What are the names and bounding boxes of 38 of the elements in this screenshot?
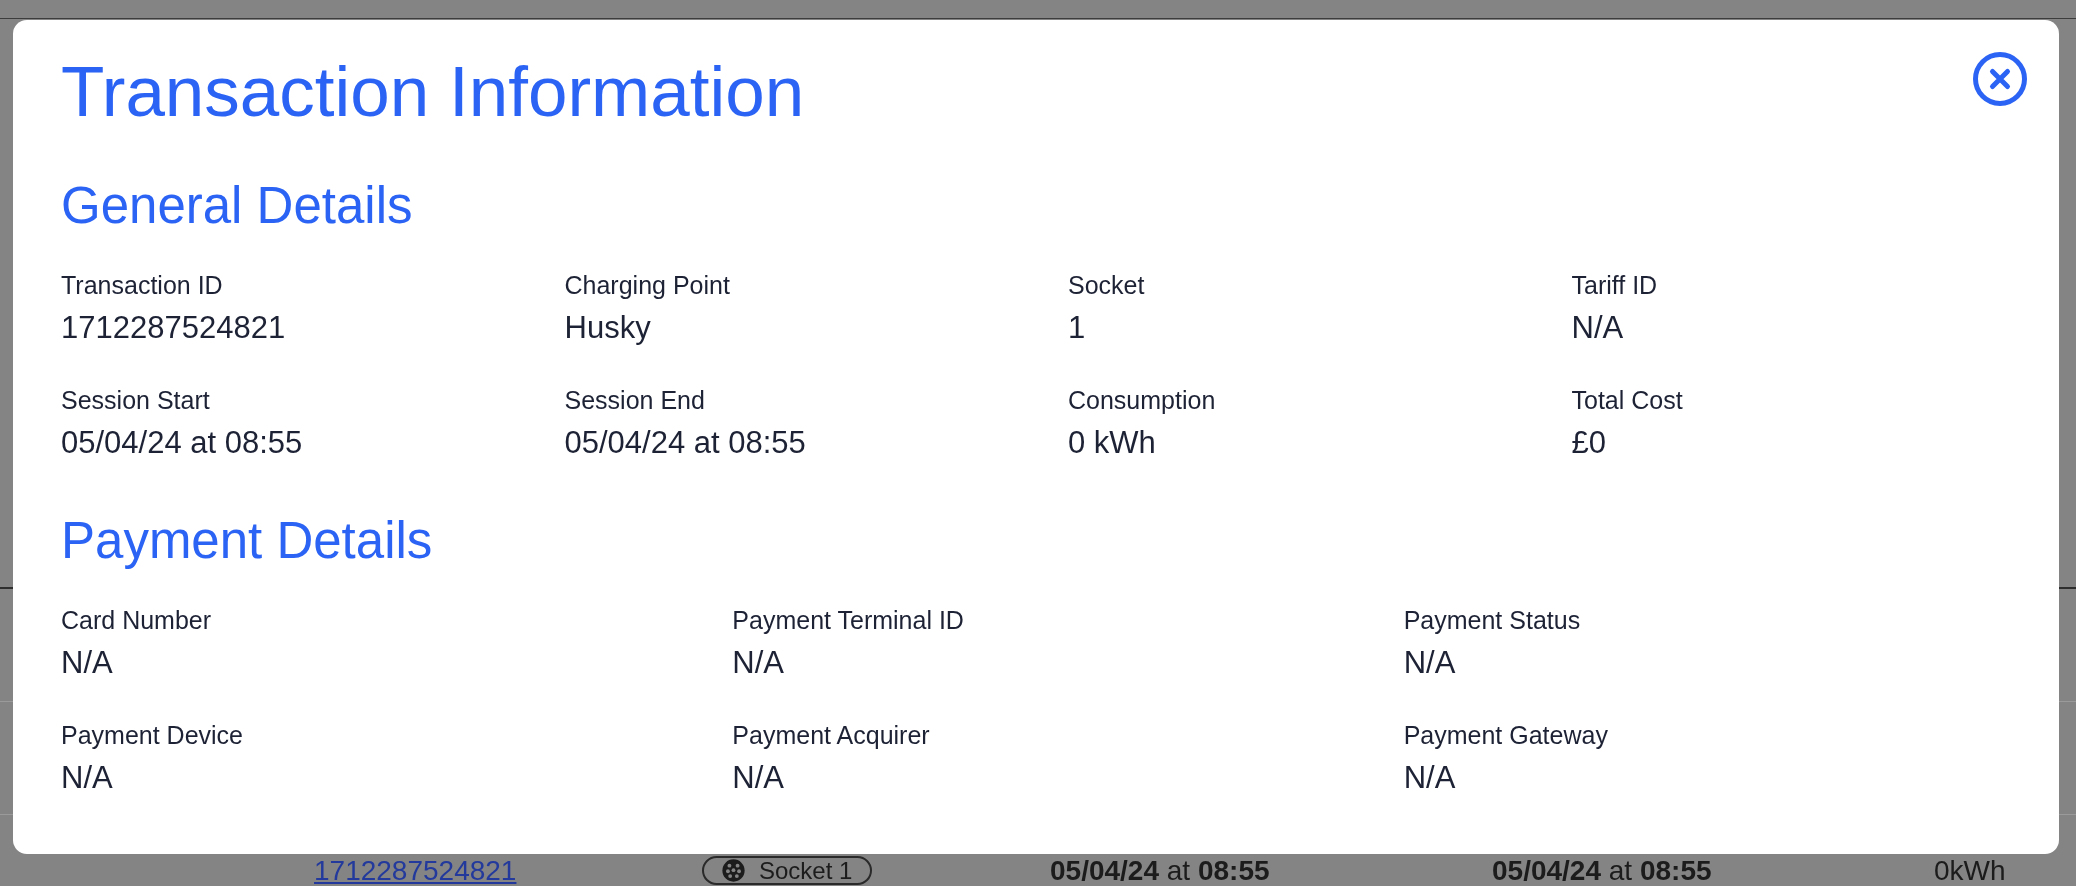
field-value: N/A [1403,762,1456,793]
field-label: Tariff ID [1571,273,1658,298]
consumption-text: 0kWh [1934,857,2006,885]
field-value: Husky [564,312,651,343]
field-label: Payment Device [61,723,244,748]
field-value: 1712287524821 [61,312,286,343]
field-value: 0 kWh [1068,427,1156,458]
field-value: N/A [61,762,113,793]
close-button[interactable] [1973,52,2027,106]
field-label: Socket [1068,273,1145,298]
close-icon [1973,52,2027,106]
field-label: Total Cost [1571,388,1683,413]
field-label: Consumption [1068,388,1216,413]
field-value: N/A [61,647,113,678]
field-value: £0 [1571,427,1606,458]
field-label: Payment Terminal ID [732,608,964,633]
field-value: 05/04/24 at 08:55 [564,427,806,458]
socket-icon [722,859,745,882]
field-label: Transaction ID [61,273,223,298]
modal-title: Transaction Information [61,56,805,127]
field-value: 1 [1068,312,1086,343]
field-value: N/A [732,647,784,678]
field-label: Session End [564,388,705,413]
transaction-link[interactable]: 1712287524821 [314,857,517,885]
date-time-text: 05/04/24 at 08:55 [1492,857,1712,885]
field-value: N/A [1403,647,1456,678]
field-value: N/A [732,762,784,793]
field-label: Payment Status [1403,608,1581,633]
field-value: N/A [1571,312,1624,343]
field-value: 05/04/24 at 08:55 [61,427,303,458]
field-label: Charging Point [564,273,730,298]
field-label: Card Number [61,608,212,633]
field-label: Payment Gateway [1403,723,1608,748]
socket-label: Socket 1 [759,858,853,883]
field-label: Payment Acquirer [732,723,930,748]
field-label: Session Start [61,388,210,413]
section-heading: General Details [61,180,413,231]
date-time-text: 05/04/24 at 08:55 [1050,857,1270,885]
